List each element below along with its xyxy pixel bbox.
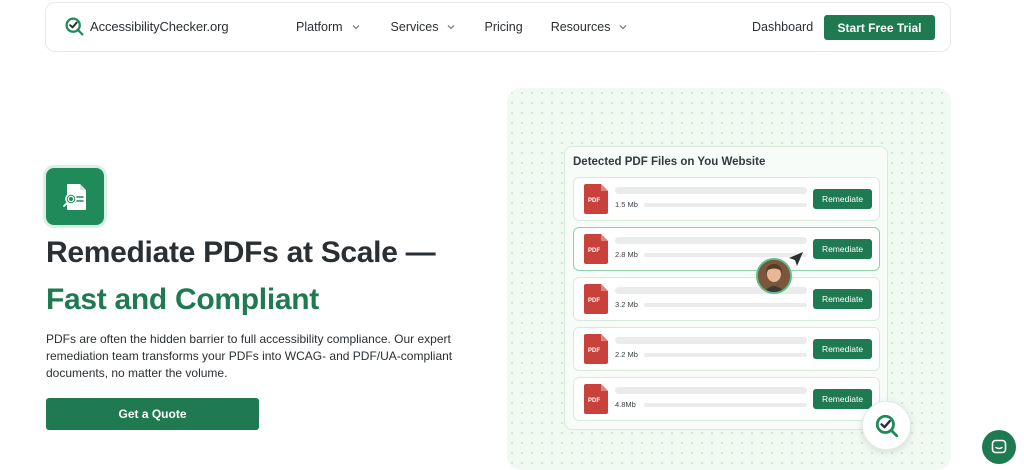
placeholder-bar <box>615 187 807 194</box>
nav-item-label: Services <box>390 20 439 34</box>
nav-item-platform[interactable]: Platform <box>296 20 361 34</box>
dashboard-link[interactable]: Dashboard <box>752 20 813 34</box>
nav-item-label: Pricing <box>484 20 523 34</box>
hero-description: PDFs are often the hidden barrier to ful… <box>46 332 453 380</box>
file-size: 3.2 Mb <box>615 300 638 309</box>
nav-links: Platform Services Pricing Resources <box>296 20 628 34</box>
chevron-down-icon <box>448 25 455 30</box>
placeholder-bar <box>644 203 807 207</box>
pdf-icon-label: PDF <box>588 198 600 204</box>
get-a-quote-button[interactable]: Get a Quote <box>46 398 259 430</box>
pdf-search-icon <box>46 168 104 225</box>
file-size: 2.8 Mb <box>615 250 638 259</box>
chat-launcher-button[interactable] <box>982 430 1016 464</box>
pdf-icon-label: PDF <box>588 298 600 304</box>
file-row: PDF 3.2 Mb Remediate <box>573 277 880 321</box>
logo-text: AccessibilityChecker.org <box>90 19 229 34</box>
pdf-icon-label: PDF <box>588 248 600 254</box>
nav-item-resources[interactable]: Resources <box>551 20 629 34</box>
remediate-button[interactable]: Remediate <box>813 189 872 209</box>
remediate-button[interactable]: Remediate <box>813 389 872 409</box>
chevron-down-icon <box>352 25 360 30</box>
detected-pdf-panel: Detected PDF Files on You Website PDF 1.… <box>564 146 888 430</box>
hero-title: Remediate PDFs at Scale — <box>46 236 436 269</box>
logo-check-icon <box>65 17 84 36</box>
file-row: PDF 4.8Mb Remediate <box>573 377 880 421</box>
file-row-active: PDF 2.8 Mb Remediate <box>573 227 880 271</box>
remediate-button[interactable]: Remediate <box>813 339 872 359</box>
chat-icon <box>991 439 1007 454</box>
file-row: PDF 2.2 Mb Remediate <box>573 327 880 371</box>
placeholder-bar <box>644 353 807 357</box>
site-logo[interactable]: AccessibilityChecker.org <box>64 16 229 37</box>
placeholder-bar <box>644 403 807 407</box>
user-avatar <box>756 258 792 294</box>
file-size: 4.8Mb <box>615 400 636 409</box>
nav-item-label: Platform <box>296 20 343 34</box>
nav-item-label: Resources <box>550 20 611 34</box>
placeholder-bar <box>644 303 807 307</box>
placeholder-bar <box>644 253 807 257</box>
placeholder-bar <box>615 337 807 344</box>
file-size: 1.5 Mb <box>615 200 638 209</box>
remediate-button[interactable]: Remediate <box>813 289 872 309</box>
nav-item-services[interactable]: Services <box>391 20 457 34</box>
check-badge-icon <box>862 401 911 450</box>
pdf-icon-label: PDF <box>588 348 600 354</box>
pdf-icon-label: PDF <box>588 398 600 404</box>
hero-subtitle: Fast and Compliant <box>46 283 319 316</box>
nav-item-pricing[interactable]: Pricing <box>484 20 522 34</box>
chevron-down-icon <box>619 25 627 30</box>
start-free-trial-button[interactable]: Start Free Trial <box>824 15 935 40</box>
panel-title: Detected PDF Files on You Website <box>573 156 766 168</box>
cursor-arrow-icon <box>789 252 803 266</box>
top-navigation: AccessibilityChecker.org Platform Servic… <box>45 2 951 52</box>
file-row: PDF 1.5 Mb Remediate <box>573 177 880 221</box>
placeholder-bar <box>615 387 807 394</box>
placeholder-bar <box>615 237 807 244</box>
remediate-button[interactable]: Remediate <box>813 239 872 259</box>
file-size: 2.2 Mb <box>615 350 638 359</box>
